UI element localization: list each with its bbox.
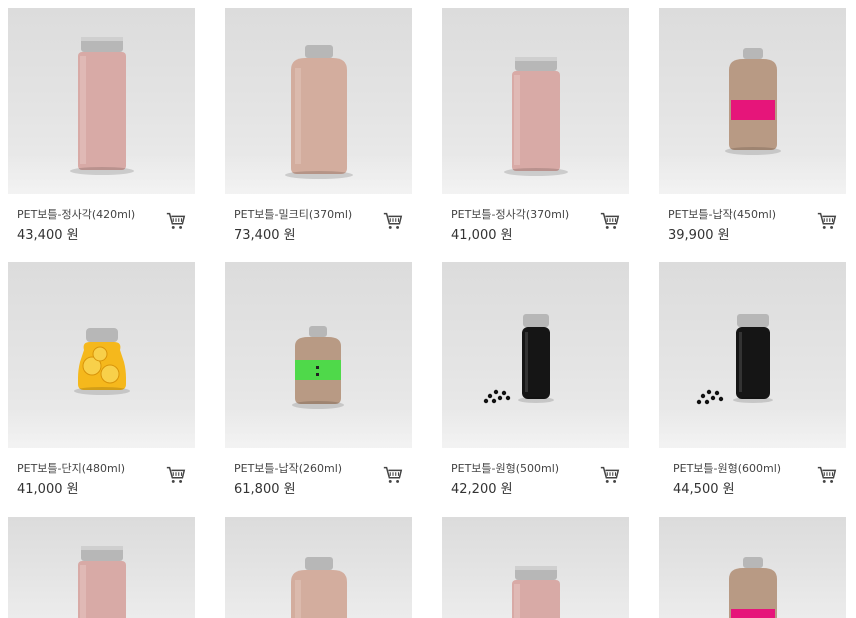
- product-name[interactable]: PET보틀-단지(480ml): [17, 460, 125, 476]
- product-image[interactable]: [659, 517, 846, 618]
- milk-tea-bottle-image: [285, 45, 353, 179]
- cart-icon[interactable]: [165, 464, 187, 486]
- square-bottle-image: [70, 37, 134, 175]
- product-price: 44,500 원: [673, 482, 735, 497]
- product-image[interactable]: [442, 517, 629, 618]
- product-price: 39,900 원: [668, 228, 730, 243]
- product-name[interactable]: PET보틀-원형(600ml): [673, 460, 781, 476]
- product-image[interactable]: [659, 8, 846, 194]
- product-meta: PET보틀-원형(500ml) 42,200 원: [442, 460, 629, 500]
- square-bottle-image: [504, 57, 568, 176]
- cart-icon[interactable]: [382, 210, 404, 232]
- product-price: 41,000 원: [17, 482, 79, 497]
- product-meta: PET보틀-납작(450ml) 39,900 원: [659, 206, 846, 246]
- product-meta: PET보틀-단지(480ml) 41,000 원: [8, 460, 195, 500]
- product-name[interactable]: PET보틀-정사각(420ml): [17, 206, 135, 222]
- product-image[interactable]: [8, 8, 195, 194]
- product-image[interactable]: [659, 262, 846, 448]
- product-name[interactable]: PET보틀-정사각(370ml): [451, 206, 569, 222]
- cart-icon[interactable]: [816, 210, 838, 232]
- product-image[interactable]: [442, 8, 629, 194]
- product-name[interactable]: PET보틀-납작(450ml): [668, 206, 776, 222]
- milk-tea-bottle-image: [291, 557, 347, 618]
- product-price: 61,800 원: [234, 482, 296, 497]
- jar-bottle-image: [74, 328, 130, 395]
- product-name[interactable]: PET보틀-밀크티(370ml): [234, 206, 352, 222]
- product-price: 73,400 원: [234, 228, 296, 243]
- product-image[interactable]: [225, 262, 412, 448]
- product-price: 43,400 원: [17, 228, 79, 243]
- product-image[interactable]: [442, 262, 629, 448]
- square-bottle-image: [512, 566, 560, 618]
- product-image[interactable]: [225, 8, 412, 194]
- product-image[interactable]: [8, 517, 195, 618]
- product-grid: PET보틀-정사각(420ml) 43,400 원 PET보틀-밀크티(370m…: [0, 0, 856, 618]
- cart-icon[interactable]: [165, 210, 187, 232]
- product-image[interactable]: [225, 517, 412, 618]
- cart-icon[interactable]: [599, 210, 621, 232]
- product-price: 42,200 원: [451, 482, 513, 497]
- square-bottle-image: [78, 546, 126, 618]
- product-name[interactable]: PET보틀-원형(500ml): [451, 460, 559, 476]
- product-meta: PET보틀-정사각(370ml) 41,000 원: [442, 206, 629, 246]
- black-cylinder-bottle-image: [696, 314, 773, 405]
- product-price: 41,000 원: [451, 228, 513, 243]
- black-cylinder-bottle-image: [483, 314, 554, 404]
- product-meta: PET보틀-밀크티(370ml) 73,400 원: [225, 206, 412, 246]
- cart-icon[interactable]: [382, 464, 404, 486]
- flask-bottle-image: [725, 48, 781, 155]
- flask-bottle-image: [729, 557, 777, 618]
- flask-bottle-image: [292, 326, 344, 409]
- product-meta: PET보틀-원형(600ml) 44,500 원: [659, 460, 846, 500]
- product-name[interactable]: PET보틀-납작(260ml): [234, 460, 342, 476]
- product-meta: PET보틀-납작(260ml) 61,800 원: [225, 460, 412, 500]
- cart-icon[interactable]: [599, 464, 621, 486]
- product-meta: PET보틀-정사각(420ml) 43,400 원: [8, 206, 195, 246]
- cart-icon[interactable]: [816, 464, 838, 486]
- product-image[interactable]: [8, 262, 195, 448]
